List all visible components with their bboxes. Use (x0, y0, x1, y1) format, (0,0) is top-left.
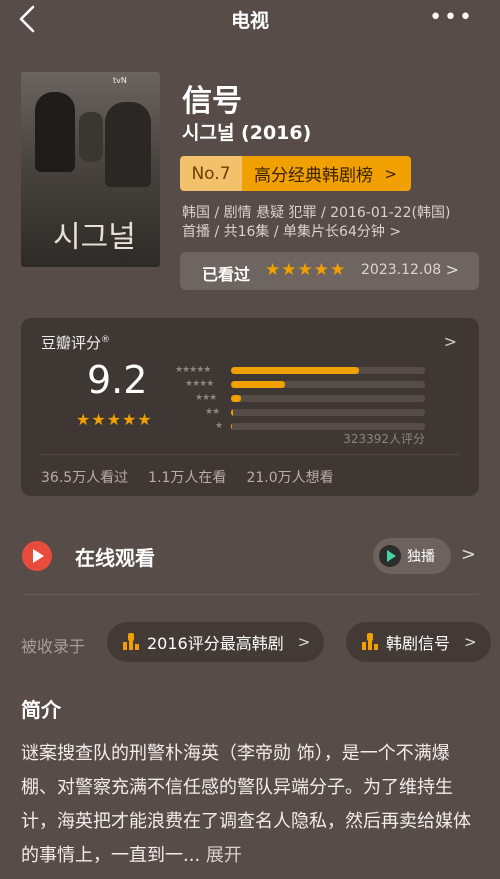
rating-bar-track (231, 423, 425, 430)
chevron-right-icon: > (460, 544, 476, 565)
rating-bar-track (231, 367, 425, 374)
rank-badge[interactable]: No.7 高分经典韩剧榜 > (180, 156, 411, 191)
rating-bar-stars: ★★★ (195, 393, 217, 403)
meta-line: 韩国 / 剧情 悬疑 犯罪 / 2016-01-22(韩国) (182, 205, 451, 221)
poster-figure (35, 92, 75, 172)
rating-bar-fill (231, 395, 241, 402)
douban-score: 9.2 (87, 358, 148, 402)
top-bar: 电视 ••• (0, 0, 500, 40)
registered-icon: ® (101, 335, 111, 345)
more-icon[interactable]: ••• (429, 7, 474, 29)
rating-bar-track (231, 395, 425, 402)
online-watch-row[interactable]: 在线观看 独播 > (0, 530, 500, 580)
rating-bar-fill (231, 409, 233, 416)
douban-label: 豆瓣评分® (41, 332, 110, 353)
meta-line-text: 首播 / 共16集 / 单集片长64分钟 (182, 224, 385, 240)
my-rating-stars: ★★★★★ (265, 260, 347, 280)
chevron-right-icon: > (464, 633, 477, 651)
watched-label: 已看过 (202, 265, 251, 284)
watching-count: 1.1万人在看 (148, 470, 227, 486)
rating-bar-track (231, 381, 425, 388)
poster-tag: tvN (113, 76, 127, 85)
want-count: 21.0万人想看 (246, 470, 334, 486)
exclusive-platform-button[interactable]: 独播 (373, 538, 451, 574)
collection-name: 2016评分最高韩剧 (147, 634, 284, 653)
rating-bar-row: ★★★★ (173, 378, 433, 392)
rating-bar-stars: ★★★★★ (175, 365, 211, 375)
page-title: 电视 (230, 10, 269, 32)
poster-figure (79, 112, 103, 162)
douban-label-text: 豆瓣评分 (41, 334, 102, 352)
show-title: 信号 (182, 84, 242, 119)
score-stars: ★★★★★ (76, 410, 153, 429)
poster-title: 시그널 (53, 220, 136, 255)
intro-title: 简介 (21, 698, 61, 722)
poster-figure (105, 102, 151, 187)
divider (41, 454, 459, 455)
rating-bar-fill (231, 381, 286, 388)
included-label: 被收录于 (21, 637, 86, 656)
rating-bar-row: ★★★★★ (173, 364, 433, 378)
exclusive-label: 独播 (407, 549, 435, 565)
watched-date: 2023.12.08 (361, 262, 442, 278)
show-original-title: 시그널 (2016) (182, 122, 312, 144)
collection-chip[interactable]: 韩剧信号 > (346, 622, 491, 662)
chevron-right-icon: > (389, 224, 402, 240)
rank-list-name: 高分经典韩剧榜 > (242, 156, 411, 191)
collection-name: 韩剧信号 (386, 634, 451, 653)
rating-bar-row: ★★★ (173, 392, 433, 406)
rating-distribution: ★★★★★ ★★★★ ★★★ ★★ ★ (173, 364, 433, 434)
intro-text: 谜案搜查队的刑警朴海英（李帝勋 饰），是一个不满爆棚、对警察充满不信任感的警队异… (21, 737, 483, 873)
meta-line-2: 首播 / 共16集 / 单集片长64分钟 > (182, 223, 482, 242)
chevron-right-icon: > (445, 260, 459, 279)
rating-bar-row: ★★ (173, 406, 433, 420)
vote-count: 323392人评分 (343, 432, 425, 446)
douban-rating-card[interactable]: 豆瓣评分® > 9.2 ★★★★★ ★★★★★ ★★★★ ★★★ ★★ ★ 323392… (21, 318, 479, 496)
rating-bar-track (231, 409, 425, 416)
rating-bar-stars: ★★★★ (185, 379, 214, 389)
watched-count: 36.5万人看过 (41, 470, 129, 486)
chevron-right-icon[interactable]: > (444, 332, 457, 351)
divider (21, 594, 479, 595)
audience-stats: 36.5万人看过 1.1万人在看 21.0万人想看 (41, 467, 334, 487)
rating-bar-stars: ★ (215, 421, 223, 431)
rating-bar-stars: ★★ (205, 407, 220, 417)
ranking-icon (123, 633, 139, 651)
intro-body: 谜案搜查队的刑警朴海英（李帝勋 饰），是一个不满爆棚、对警察充满不信任感的警队异… (21, 743, 471, 866)
watched-status[interactable]: 已看过 ★★★★★ 2023.12.08 > (180, 252, 479, 290)
platform-logo-icon (379, 545, 401, 567)
expand-link[interactable]: 展开 (200, 845, 242, 866)
chevron-right-icon: > (384, 164, 397, 183)
chevron-right-icon: > (297, 633, 311, 651)
poster-image[interactable]: tvN 시그널 (21, 72, 160, 267)
rating-bar-fill (231, 367, 360, 374)
online-watch-label: 在线观看 (75, 546, 155, 570)
rank-number: No.7 (180, 156, 242, 191)
ranking-icon (362, 633, 378, 651)
rating-bar-fill (231, 423, 232, 430)
rank-list-label: 高分经典韩剧榜 (254, 166, 373, 186)
collection-chip[interactable]: 2016评分最高韩剧 > (107, 622, 325, 662)
show-meta[interactable]: 韩国 / 剧情 悬疑 犯罪 / 2016-01-22(韩国) 首播 / 共16集… (182, 204, 482, 242)
play-icon (22, 541, 52, 571)
